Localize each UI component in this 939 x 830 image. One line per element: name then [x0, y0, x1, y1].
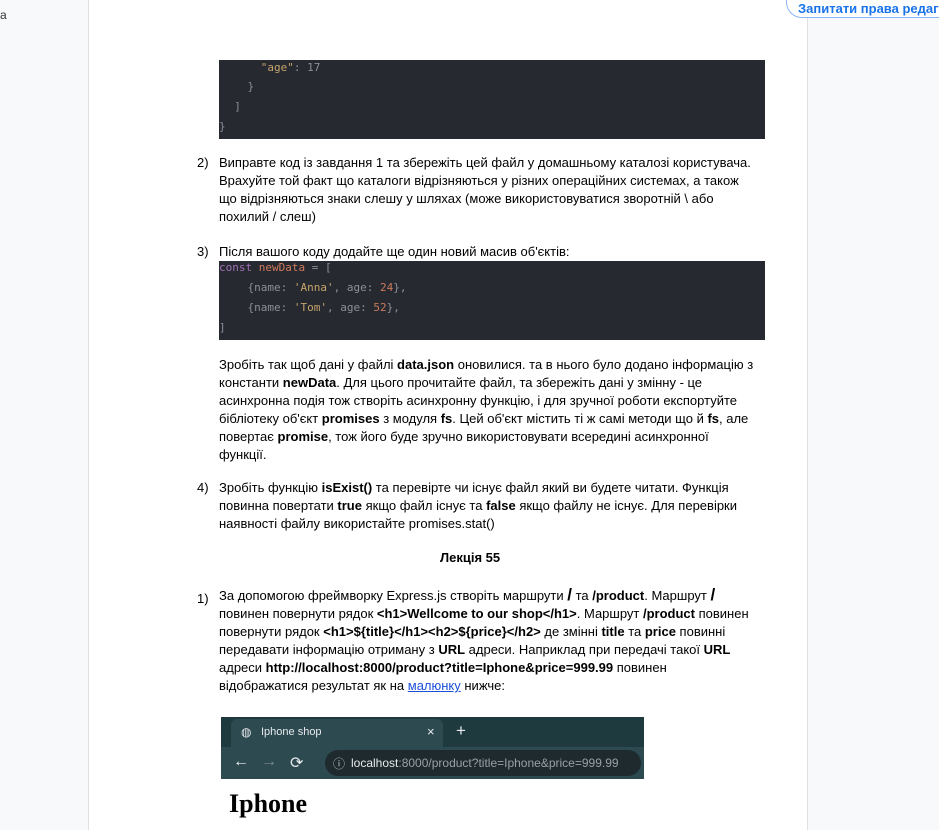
task-2-text: Виправте код із завдання 1 та збережіть … — [219, 154, 779, 226]
info-icon: ⓘ — [333, 757, 346, 771]
code-line: } — [219, 120, 226, 133]
address-bar-row: ← → ⟳ ⓘ localhost:8000/product?title=Iph… — [221, 747, 644, 779]
back-arrow-icon: ← — [233, 753, 249, 770]
reload-icon: ⟳ — [290, 755, 304, 772]
url-field: ⓘ localhost:8000/product?title=Iphone&pr… — [325, 750, 641, 776]
tab-title: Iphone shop — [261, 726, 322, 738]
code-line: {name: 'Anna', age: 24}, — [221, 281, 407, 294]
text-line: передавати інформацію отриману з URL адр… — [219, 642, 731, 657]
task-4-text: Зробіть функцію isExist() та перевірте ч… — [219, 479, 779, 533]
text-line: Зробіть функцію isExist() та перевірте ч… — [219, 480, 729, 495]
text-line: За допомогою фреймворку Express.js створ… — [219, 585, 716, 604]
list-number: 3) — [197, 244, 209, 259]
code-line: {name: 'Tom', age: 52}, — [221, 301, 400, 314]
code-line: } — [247, 80, 255, 93]
code-line: ] — [219, 321, 226, 334]
text-line: відображатися результат як на малюнку ни… — [219, 678, 505, 693]
globe-icon: ◍ — [241, 725, 252, 739]
text-line: повернути рядок <h1>${title}</h1><h2>${p… — [219, 624, 726, 639]
text-line: функції. — [219, 447, 267, 462]
text-line: константи newData. Для цього прочитайте … — [219, 375, 703, 390]
image-link[interactable]: малюнку — [408, 678, 461, 693]
new-tab-icon: + — [456, 721, 466, 740]
browser-screenshot: ◍ Iphone shop × + ← → ⟳ ⓘ localhost:8000… — [221, 717, 644, 779]
result-heading: Iphone — [229, 789, 308, 818]
task-3-text: Зробіть так щоб дані у файлі data.json о… — [219, 356, 779, 464]
text-line: що відрізняються знаки слешу у шляхах (м… — [219, 191, 714, 206]
text-line: бібліотеку об'єкт promises з модуля fs. … — [219, 411, 749, 426]
code-line: ] — [234, 100, 241, 113]
request-edit-access-button[interactable]: Запитати права редагу — [786, 0, 939, 18]
text-line: адреси http://localhost:8000/product?tit… — [219, 660, 667, 675]
text-line: похилий / слеш) — [219, 209, 316, 224]
code-line: "age": 17 — [260, 61, 321, 74]
list-number: 1) — [197, 591, 209, 606]
text-line: наявності файлу використайте promises.st… — [219, 516, 495, 531]
text-line: Зробіть так щоб дані у файлі data.json о… — [219, 357, 754, 372]
list-number: 4) — [197, 480, 209, 495]
code-line: const newData = [ — [219, 261, 332, 274]
browser-tab: ◍ Iphone shop × — [231, 719, 443, 747]
text-line: Виправте код із завдання 1 та збережіть … — [219, 155, 751, 170]
lecture-heading: Лекція 55 — [440, 550, 501, 565]
text-line: повинна повертати true якщо файл існує т… — [219, 498, 738, 513]
close-icon: × — [427, 724, 435, 739]
top-left-text: а — [0, 8, 7, 22]
code-block-2: const newData = [ {name: 'Anna', age: 24… — [219, 261, 765, 340]
right-margin — [808, 0, 939, 830]
task-5-text: За допомогою фреймворку Express.js створ… — [219, 586, 779, 695]
url-text: localhost:8000/product?title=Iphone&pric… — [351, 756, 619, 770]
code-block-1: "age": 17 } ] } — [219, 60, 765, 139]
text-line: повертає promise, тож його буде зручно в… — [219, 429, 709, 444]
text-line: Врахуйте той факт що каталоги відрізняют… — [219, 173, 739, 188]
text-line: асинхронна подія тож створіть асинхронну… — [219, 393, 737, 408]
text-line: повинен повернути рядок <h1>Wellcome to … — [219, 606, 749, 621]
list-number: 2) — [197, 155, 209, 170]
forward-arrow-icon: → — [261, 753, 277, 770]
